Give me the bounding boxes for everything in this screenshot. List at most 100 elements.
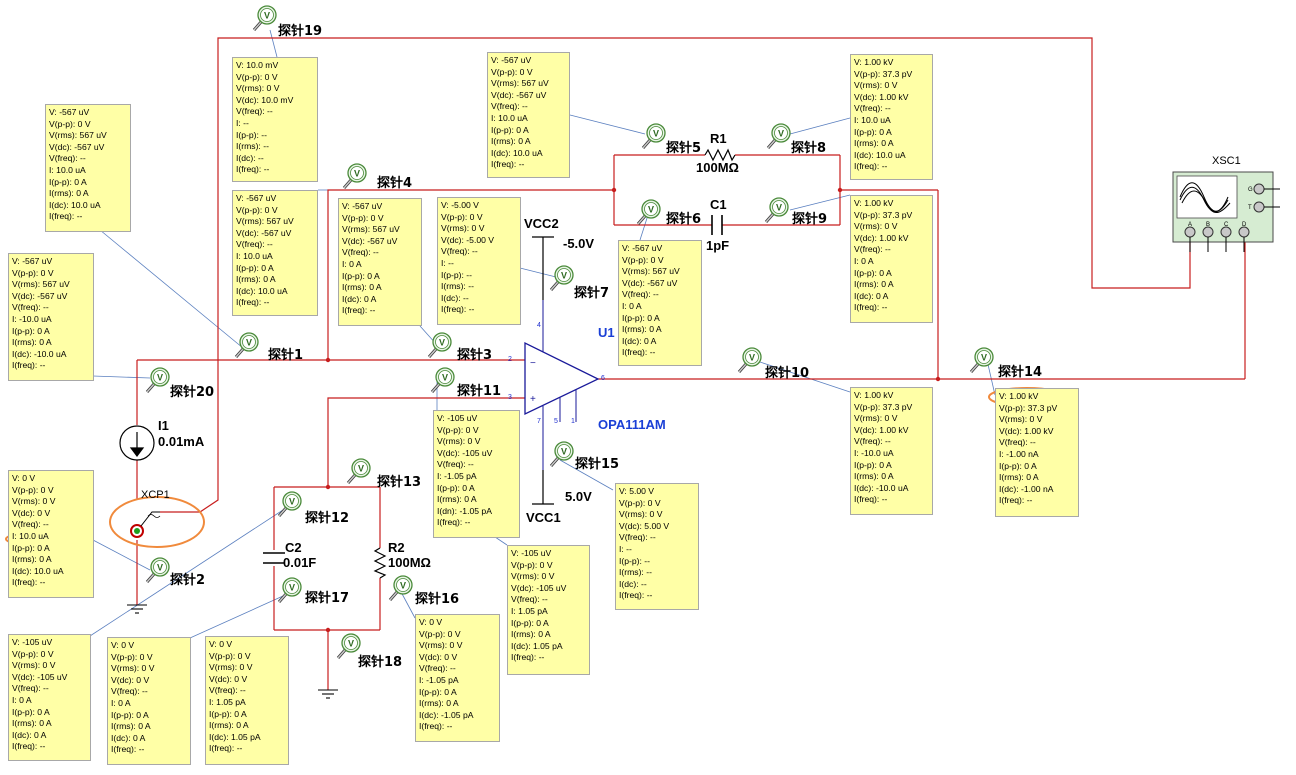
svg-text:V: V (289, 497, 295, 507)
readout-line: I(rms): -- (236, 141, 269, 152)
readout-line: I: 0 A (854, 255, 874, 266)
readout-line: I: -- (619, 543, 632, 554)
c2-name: C2 (285, 540, 302, 555)
readout-line: V(dc): -567 uV (49, 141, 105, 152)
probe-readout-unlabeled-a: V: -567 uV V(p-p): 0 V V(rms): 567 uV V(dc)… (45, 104, 131, 232)
probe-20-icon[interactable]: V (143, 366, 171, 394)
probe-10-readout: V: 1.00 kV V(p-p): 37.3 pV V(rms): 0 V V(dc… (850, 387, 933, 515)
probe-16-icon[interactable]: V (386, 574, 414, 602)
readout-line: V: -567 uV (622, 243, 663, 253)
probe-17-icon[interactable]: V (275, 576, 303, 604)
svg-text:+: + (530, 394, 536, 405)
readout-line: V: 0 V (111, 640, 135, 650)
readout-line: I: -1.05 pA (437, 470, 477, 481)
xsc1-name: XSC1 (1212, 155, 1241, 167)
readout-line: V(dc): -567 uV (491, 89, 547, 100)
probe-9-icon[interactable]: V (762, 196, 790, 224)
readout-line: I(p-p): -- (441, 269, 473, 280)
probe-8-icon[interactable]: V (764, 122, 792, 150)
readout-line: V: -567 uV (49, 107, 90, 117)
readout-line: V(rms): 0 V (511, 571, 555, 582)
probe-10-icon[interactable]: V (735, 346, 763, 374)
readout-line: V(rms): 0 V (236, 83, 280, 94)
readout-line: V(dc): 10.0 mV (236, 94, 294, 105)
readout-line: I(dc): 10.0 uA (49, 199, 101, 210)
probe-1-readout: V: -567 uV V(p-p): 0 V V(rms): 567 uV V(dc)… (232, 190, 318, 316)
probe-4-icon[interactable]: V (340, 162, 368, 190)
readout-line: I(rms): 0 A (12, 718, 52, 729)
probe-15-icon[interactable]: V (547, 440, 575, 468)
readout-line: V(rms): 0 V (209, 662, 253, 673)
readout-line: V(p-p): 0 V (441, 211, 483, 222)
probe-6-icon[interactable]: V (634, 198, 662, 226)
readout-line: I: 10.0 uA (491, 112, 528, 123)
readout-line: V(p-p): 0 V (12, 267, 54, 278)
readout-line: I(p-p): 0 A (12, 542, 50, 553)
readout-line: V(p-p): 0 V (236, 71, 278, 82)
readout-line: I(freq): -- (342, 305, 376, 316)
probe-17-readout: V: 0 V V(p-p): 0 V V(rms): 0 V V(dc): 0 V V(… (205, 636, 289, 765)
r2-name: R2 (388, 540, 405, 555)
probe-5-icon[interactable]: V (639, 122, 667, 150)
readout-line: V(p-p): 0 V (437, 424, 479, 435)
readout-line: I(p-p): 0 A (209, 708, 247, 719)
probe-14-label: 探针14 (998, 365, 1043, 380)
readout-line: I(dc): -- (619, 578, 647, 589)
probe-6-readout: V: -567 uV V(p-p): 0 V V(rms): 567 uV V(dc)… (618, 240, 702, 366)
readout-line: V(freq): -- (441, 246, 478, 257)
svg-text:V: V (246, 338, 252, 348)
readout-line: V: 0 V (12, 473, 36, 483)
probe-2-icon[interactable]: V (143, 556, 171, 584)
xsc1-terminal-c: C (1224, 222, 1229, 228)
readout-line: I(freq): -- (854, 302, 888, 313)
probe-7-icon[interactable]: V (547, 264, 575, 292)
svg-text:V: V (981, 353, 987, 363)
probe-4-readout: V: -567 uV V(p-p): 0 V V(rms): 567 uV V(dc)… (338, 198, 422, 326)
readout-line: V(rms): 0 V (854, 221, 898, 232)
readout-line: V(dc): -567 uV (12, 290, 68, 301)
readout-line: I(dc): -1.00 nA (999, 483, 1054, 494)
u1-model: OPA111AM (598, 417, 666, 432)
readout-line: V(freq): -- (854, 103, 891, 114)
readout-line: V(p-p): 0 V (111, 651, 153, 662)
readout-line: V(freq): -- (854, 244, 891, 255)
readout-line: I: -1.05 pA (419, 674, 459, 685)
readout-line: I(p-p): 0 A (12, 706, 50, 717)
svg-text:V: V (776, 203, 782, 213)
readout-line: I: 10.0 uA (12, 530, 49, 541)
u1-pin-5: 5 (554, 418, 558, 425)
readout-line: I(dc): 1.05 pA (511, 640, 563, 651)
probe-14-icon[interactable]: V (967, 346, 995, 374)
probe-11-label: 探针11 (457, 384, 502, 399)
c2-capacitor (263, 552, 285, 564)
readout-line: I(freq): -- (441, 304, 475, 315)
probe-18-label: 探针18 (358, 655, 403, 670)
probe-19-icon[interactable]: V (250, 4, 278, 32)
readout-line: I(freq): -- (511, 652, 545, 663)
readout-line: V(dc): 0 V (111, 674, 150, 685)
probe-13-label: 探针13 (377, 475, 422, 490)
readout-line: V: 0 V (419, 617, 443, 627)
readout-line: I(dc): 0 A (111, 732, 146, 743)
readout-line: I(rms): -- (619, 567, 652, 578)
probe-3-icon[interactable]: V (425, 331, 453, 359)
readout-line: V(p-p): 0 V (419, 628, 461, 639)
readout-line: V(rms): 0 V (437, 436, 481, 447)
readout-line: I(p-p): 0 A (854, 267, 892, 278)
readout-line: I(rms): 0 A (236, 274, 276, 285)
readout-line: I(p-p): 0 A (12, 325, 50, 336)
readout-line: V(freq): -- (854, 436, 891, 447)
probe-10-label: 探针10 (765, 366, 810, 381)
probe-1-icon[interactable]: V (232, 331, 260, 359)
probe-19-readout: V: 10.0 mV V(p-p): 0 V V(rms): 0 V V(dc): 1… (232, 57, 318, 182)
readout-line: V(dc): -105 uV (437, 447, 493, 458)
probe-6-label: 探针6 (666, 212, 702, 227)
probe-13-icon[interactable]: V (344, 457, 372, 485)
readout-line: I(dc): 1.05 pA (209, 731, 261, 742)
probe-12-icon[interactable]: V (275, 490, 303, 518)
readout-line: V(rms): 567 uV (236, 216, 294, 227)
i1-value: 0.01mA (158, 434, 205, 449)
readout-line: V: -105 uV (437, 413, 478, 423)
readout-line: V(p-p): 0 V (342, 212, 384, 223)
probe-11-icon[interactable]: V (428, 366, 456, 394)
